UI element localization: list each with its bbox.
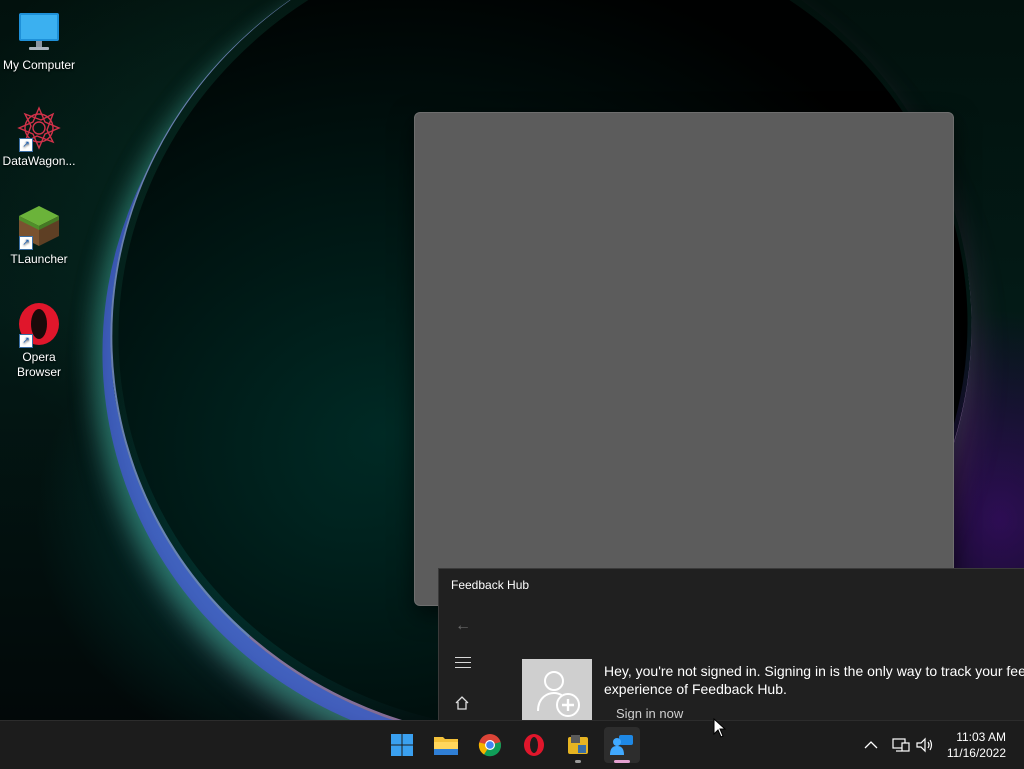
taskbar-file-explorer[interactable] <box>428 727 464 763</box>
add-user-avatar-icon <box>522 659 592 721</box>
monitor-icon <box>17 10 61 54</box>
start-button[interactable] <box>384 727 420 763</box>
chevron-up-icon <box>864 741 878 749</box>
back-arrow-icon[interactable]: ← <box>455 617 471 635</box>
taskbar-chrome[interactable] <box>472 727 508 763</box>
desktop-icon-opera-browser[interactable]: ↗ Opera Browser <box>0 302 78 380</box>
opera-icon <box>524 734 544 756</box>
running-indicator <box>575 760 581 763</box>
taskbar-clock[interactable]: 11:03 AM 11/16/2022 <box>947 729 1006 761</box>
app-icon <box>568 735 588 754</box>
speaker-icon <box>916 737 933 753</box>
taskbar-feedback-hub[interactable] <box>604 727 640 763</box>
folder-icon <box>434 737 458 755</box>
window-title: Feedback Hub <box>451 578 530 592</box>
desktop-icon-label: My Computer <box>2 58 76 72</box>
windows-start-icon <box>391 734 413 756</box>
sign-in-message-line-2: experience of Feedback Hub. <box>604 681 787 697</box>
desktop-icon-tlauncher[interactable]: ↗ TLauncher <box>0 204 78 267</box>
feedback-hub-icon <box>610 735 633 755</box>
mouse-cursor-icon <box>713 717 727 743</box>
taskbar-app[interactable] <box>560 727 596 763</box>
active-indicator <box>614 760 630 763</box>
sign-in-message: Hey, you're not signed in. Signing in is… <box>604 662 1024 698</box>
shortcut-arrow-icon: ↗ <box>19 334 33 348</box>
tray-volume[interactable] <box>916 721 934 769</box>
clock-date: 11/16/2022 <box>946 746 1006 760</box>
sign-in-message-line-1: Hey, you're not signed in. Signing in is… <box>604 663 1024 679</box>
desktop-icon-datawagon[interactable]: ↗ DataWagon... <box>0 106 78 169</box>
desktop-icon-label: TLauncher <box>10 252 68 266</box>
chrome-icon <box>478 734 502 757</box>
tray-network[interactable] <box>892 721 910 769</box>
minecraft-grass-block-icon: ↗ <box>17 204 61 250</box>
shortcut-arrow-icon: ↗ <box>19 236 33 250</box>
hamburger-menu-icon[interactable] <box>455 657 471 672</box>
blank-app-window[interactable] <box>414 112 954 606</box>
taskbar-opera[interactable] <box>516 727 552 763</box>
home-icon[interactable] <box>454 695 470 716</box>
clock-time: 11:03 AM <box>956 730 1006 744</box>
sign-in-link[interactable]: Sign in now <box>616 706 683 721</box>
desktop-icon-my-computer[interactable]: My Computer <box>0 10 78 73</box>
datawagon-icon: ↗ <box>17 106 61 152</box>
network-icon <box>892 738 910 752</box>
desktop-icon-label: Opera Browser <box>16 350 61 379</box>
desktop-icon-label: DataWagon... <box>2 154 76 168</box>
shortcut-arrow-icon: ↗ <box>19 138 33 152</box>
taskbar: 11:03 AM 11/16/2022 <box>0 720 1024 769</box>
feedback-hub-window[interactable]: Feedback Hub ← Hey, you're not signed in… <box>438 568 1024 721</box>
tray-overflow-chevron[interactable] <box>864 721 878 769</box>
opera-icon: ↗ <box>17 302 61 348</box>
